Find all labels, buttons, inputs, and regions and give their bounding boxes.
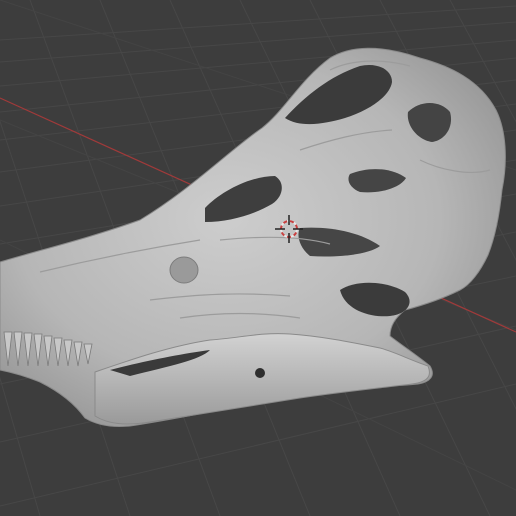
skull-foramen bbox=[255, 368, 265, 378]
skull-nostril bbox=[169, 256, 199, 284]
skull-mesh[interactable] bbox=[0, 47, 506, 427]
3d-viewport[interactable] bbox=[0, 0, 516, 516]
